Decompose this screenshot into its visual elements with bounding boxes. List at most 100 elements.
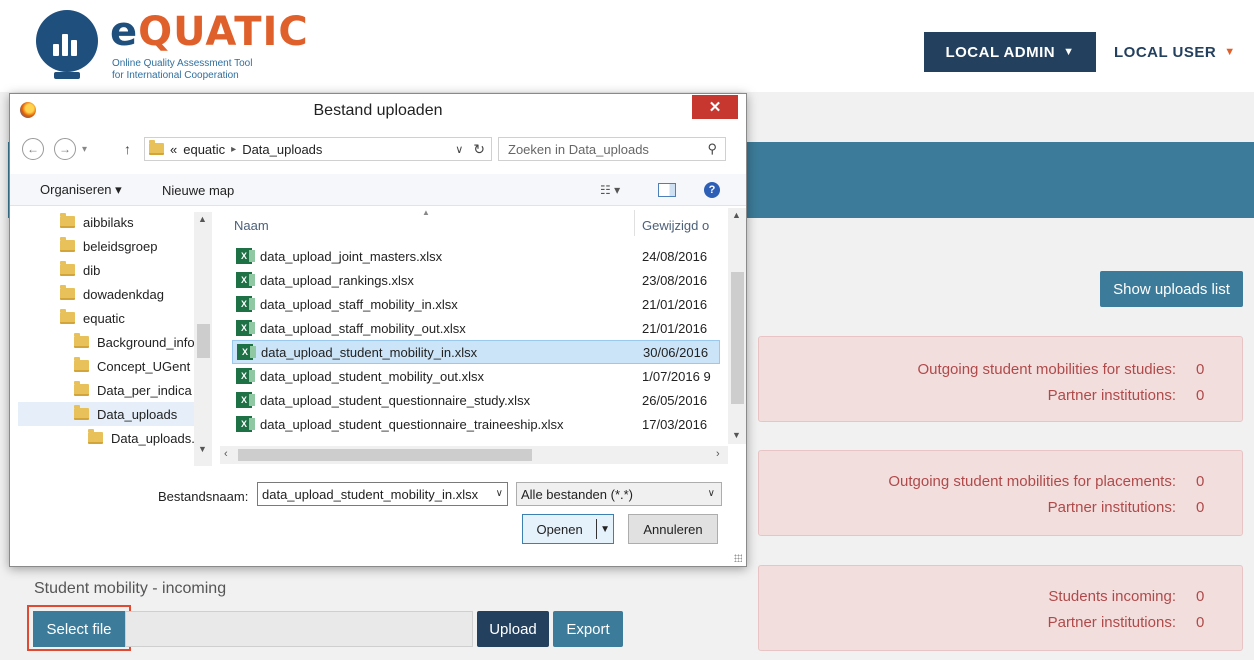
- back-arrow-icon[interactable]: ←: [22, 138, 44, 160]
- scroll-left-icon[interactable]: ‹: [224, 448, 228, 460]
- navigation-bar: ← → ▾ ↑ « equatic ▸ Data_uploads ∨ ↻ Zoe…: [10, 132, 746, 164]
- folder-icon: [60, 309, 75, 324]
- tree-item-selected[interactable]: Data_uploads: [18, 402, 194, 426]
- open-button[interactable]: Openen ▼: [522, 514, 614, 544]
- open-dropdown-icon[interactable]: ▼: [597, 524, 613, 535]
- tree-item[interactable]: Data_uploads.zip: [88, 426, 211, 450]
- caret-down-icon: ▼: [1063, 46, 1075, 58]
- search-input[interactable]: Zoeken in Data_uploads ⚲: [498, 137, 726, 161]
- tree-item-label: beleidsgroep: [83, 238, 158, 254]
- tree-item[interactable]: Background_info: [74, 330, 195, 354]
- tree-item-label: Data_per_indica: [97, 382, 192, 398]
- chevron-down-icon[interactable]: ∨: [495, 488, 503, 499]
- close-icon[interactable]: ✕: [692, 95, 738, 119]
- file-row[interactable]: Xdata_upload_joint_masters.xlsx 24/08/201…: [232, 244, 720, 268]
- column-header-name[interactable]: Naam: [234, 218, 269, 233]
- tree-item[interactable]: dowadenkdag: [60, 282, 164, 306]
- filename-input[interactable]: data_upload_student_mobility_in.xlsx ∨: [257, 482, 508, 506]
- tree-item-label: dib: [83, 262, 101, 278]
- select-file-button[interactable]: Select file: [33, 611, 125, 647]
- file-list-scroll-thumb[interactable]: [731, 272, 744, 404]
- resize-grip-icon[interactable]: [734, 554, 742, 562]
- upload-button[interactable]: Upload: [477, 611, 549, 647]
- tree-item[interactable]: Data_per_indica: [74, 378, 192, 402]
- folder-icon: [74, 405, 89, 420]
- stat-label: Students incoming:: [1048, 587, 1176, 605]
- file-row[interactable]: Xdata_upload_student_questionnaire_train…: [232, 412, 720, 436]
- file-list-hscrollbar[interactable]: ‹ ›: [220, 446, 728, 464]
- show-uploads-list-button[interactable]: Show uploads list: [1100, 271, 1243, 307]
- file-date: 26/05/2016: [642, 392, 708, 408]
- file-row[interactable]: Xdata_upload_staff_mobility_out.xlsx 21/0…: [232, 316, 720, 340]
- breadcrumb-equatic[interactable]: equatic: [183, 142, 225, 157]
- open-button-label: Openen: [536, 521, 583, 537]
- preview-pane-icon[interactable]: [658, 182, 676, 198]
- local-admin-menu[interactable]: LOCAL ADMIN ▼: [924, 32, 1096, 72]
- filename-label: Bestandsnaam:: [158, 489, 249, 504]
- stat-value: 0: [1196, 613, 1205, 631]
- tree-item-label: Concept_UGent: [97, 358, 191, 374]
- help-icon[interactable]: ?: [704, 182, 720, 198]
- equatic-logo[interactable]: eQUATIC Online Quality Assessment Tool f…: [32, 8, 308, 88]
- tree-item-label: equatic: [83, 310, 125, 326]
- breadcrumb-data-uploads[interactable]: Data_uploads: [242, 142, 322, 157]
- tree-scroll-thumb[interactable]: [197, 324, 210, 358]
- scroll-down-icon[interactable]: ▼: [732, 430, 741, 440]
- column-divider[interactable]: [634, 210, 635, 236]
- folder-tree: aibbilaks beleidsgroep dib dowadenkdag e…: [18, 210, 214, 458]
- file-date: 1/07/2016 9: [642, 368, 711, 384]
- new-folder-button[interactable]: Nieuwe map: [162, 174, 234, 206]
- file-list-scrollbar[interactable]: ▲ ▼: [728, 208, 746, 444]
- view-options-icon[interactable]: ☷ ▾: [600, 182, 620, 198]
- cancel-button[interactable]: Annuleren: [628, 514, 718, 544]
- stat-value: 0: [1196, 498, 1205, 516]
- address-bar[interactable]: « equatic ▸ Data_uploads ∨ ↻: [144, 137, 492, 161]
- stat-label: Partner institutions:: [1047, 386, 1176, 404]
- file-upload-dialog: Bestand uploaden ✕ ← → ▾ ↑ « equatic ▸ D…: [9, 93, 747, 567]
- file-date: 23/08/2016: [642, 272, 708, 288]
- scroll-right-icon[interactable]: ›: [716, 448, 720, 460]
- stat-box-placements: Outgoing student mobilities for placemen…: [758, 450, 1243, 536]
- file-name: data_upload_joint_masters.xlsx: [260, 248, 443, 264]
- tree-item-label: aibbilaks: [83, 214, 134, 230]
- stat-value: 0: [1196, 472, 1205, 490]
- recent-locations-chevron-icon[interactable]: ▾: [82, 138, 87, 160]
- file-row[interactable]: Xdata_upload_student_mobility_out.xlsx 1/…: [232, 364, 720, 388]
- address-overflow[interactable]: «: [170, 142, 177, 157]
- scroll-up-icon[interactable]: ▲: [732, 210, 741, 220]
- search-placeholder: Zoeken in Data_uploads: [508, 141, 649, 157]
- file-type-select[interactable]: Alle bestanden (*.*) ∨: [516, 482, 722, 506]
- scroll-up-icon[interactable]: ▲: [198, 214, 207, 224]
- dialog-title: Bestand uploaden: [313, 102, 443, 119]
- forward-arrow-icon[interactable]: →: [54, 138, 76, 160]
- local-user-menu[interactable]: LOCAL USER ▼: [1114, 32, 1236, 72]
- file-name: data_upload_student_questionnaire_traine…: [260, 416, 564, 432]
- file-row-selected[interactable]: Xdata_upload_student_mobility_in.xlsx 30/…: [232, 340, 720, 364]
- file-date: 21/01/2016: [642, 320, 708, 336]
- dialog-titlebar[interactable]: Bestand uploaden ✕: [10, 94, 746, 128]
- tree-item[interactable]: aibbilaks: [60, 210, 134, 234]
- stat-label: Outgoing student mobilities for studies:: [917, 360, 1176, 378]
- file-row[interactable]: Xdata_upload_student_questionnaire_study…: [232, 388, 720, 412]
- organize-menu[interactable]: Organiseren ▾: [40, 174, 122, 206]
- file-name: data_upload_student_mobility_out.xlsx: [260, 368, 485, 384]
- chevron-down-icon: ∨: [707, 488, 715, 499]
- hscroll-thumb[interactable]: [238, 449, 532, 461]
- tree-item[interactable]: beleidsgroep: [60, 234, 157, 258]
- tree-scrollbar[interactable]: ▲ ▼: [194, 212, 212, 466]
- tree-item[interactable]: Concept_UGent: [74, 354, 190, 378]
- up-arrow-icon[interactable]: ↑: [124, 138, 131, 160]
- tree-item[interactable]: dib: [60, 258, 100, 282]
- file-row[interactable]: Xdata_upload_rankings.xlsx 23/08/2016: [232, 268, 720, 292]
- refresh-icon[interactable]: ↻: [473, 141, 485, 158]
- selected-file-field[interactable]: [125, 611, 473, 647]
- file-list-header: ▲ Naam Gewijzigd o: [222, 206, 728, 236]
- address-dropdown-chevron-icon[interactable]: ∨: [455, 143, 463, 156]
- column-header-modified[interactable]: Gewijzigd o: [642, 218, 709, 233]
- tree-item[interactable]: equatic: [60, 306, 125, 330]
- scroll-down-icon[interactable]: ▼: [198, 444, 207, 454]
- logo-subtitle-line1: Online Quality Assessment Tool: [112, 58, 253, 69]
- export-button[interactable]: Export: [553, 611, 623, 647]
- file-row[interactable]: Xdata_upload_staff_mobility_in.xlsx 21/01…: [232, 292, 720, 316]
- excel-file-icon: X: [237, 344, 256, 360]
